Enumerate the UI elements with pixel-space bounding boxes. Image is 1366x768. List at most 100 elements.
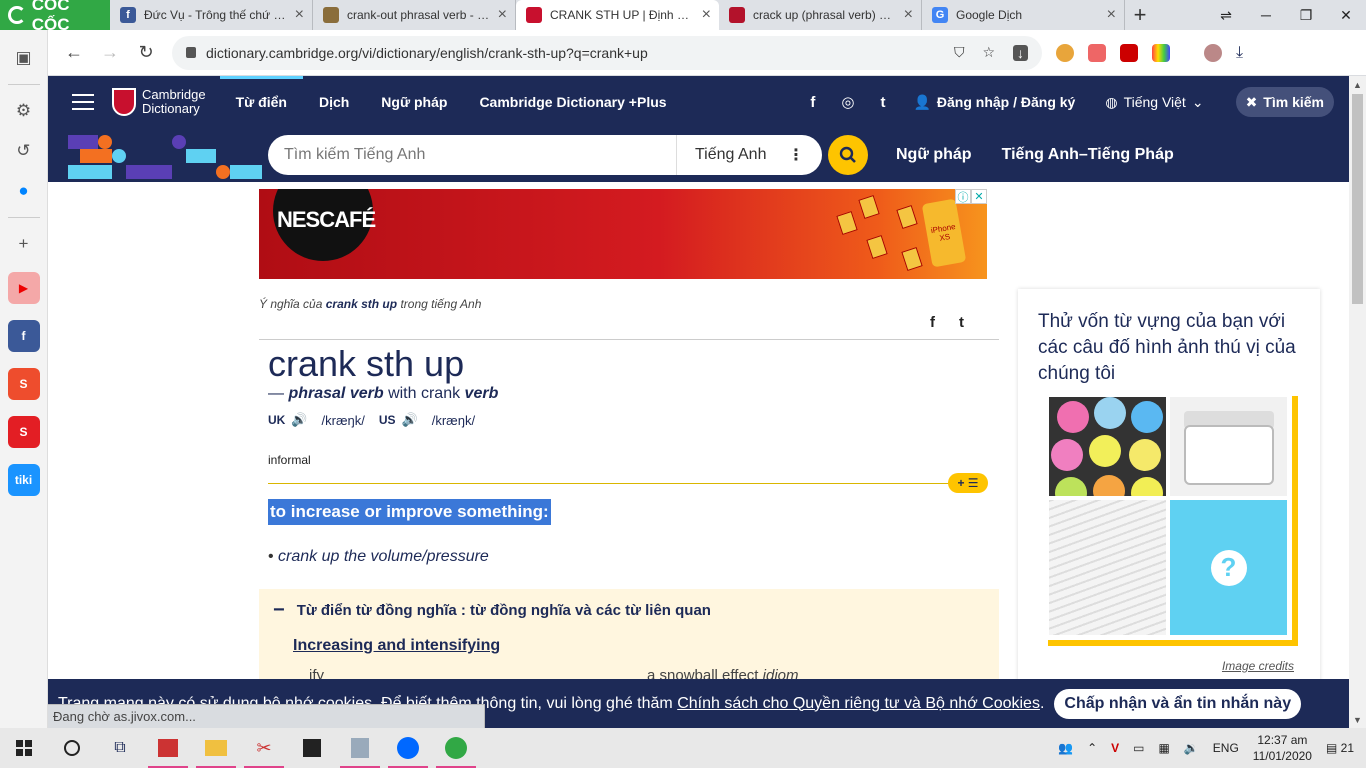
add-app-icon[interactable]: + bbox=[8, 228, 40, 260]
tab-facebook[interactable]: f Đức Vụ - Trông thế chứ có l × bbox=[110, 0, 313, 30]
tab-list-icon[interactable]: ⇌ bbox=[1206, 0, 1246, 30]
battery-icon[interactable]: ▭ bbox=[1133, 741, 1144, 755]
scroll-up-arrow-icon[interactable]: ▲ bbox=[1349, 76, 1366, 93]
profile-avatar-icon[interactable] bbox=[1204, 43, 1222, 62]
history-icon[interactable]: ↺ bbox=[8, 135, 40, 167]
url-text[interactable]: dictionary.cambridge.org/vi/dictionary/e… bbox=[206, 45, 648, 61]
scroll-down-arrow-icon[interactable]: ▼ bbox=[1349, 711, 1366, 728]
nav-grammar[interactable]: Ngữ pháp bbox=[365, 76, 463, 128]
coccoc-taskbar-icon[interactable] bbox=[432, 728, 480, 768]
people-icon[interactable]: 👥 bbox=[1058, 741, 1073, 755]
network-icon[interactable]: ▦ bbox=[1158, 741, 1169, 755]
login-link[interactable]: 👤 Đăng nhập / Đăng ký bbox=[913, 94, 1075, 111]
nav-dictionary[interactable]: Từ điển bbox=[219, 76, 303, 128]
page-scrollbar[interactable]: ▲ ▼ bbox=[1349, 76, 1366, 728]
thesaurus-category-link[interactable]: Increasing and intensifying bbox=[293, 637, 500, 655]
uk-audio-speaker-icon[interactable]: 🔊 bbox=[291, 412, 307, 428]
share-twitter-icon[interactable]: t bbox=[959, 314, 964, 331]
quiz-title[interactable]: Thử vốn từ vựng của bạn với các câu đố h… bbox=[1038, 309, 1308, 387]
close-window-button[interactable]: ✕ bbox=[1326, 0, 1366, 30]
accept-cookies-button[interactable]: Chấp nhận và ẩn tin nhắn này bbox=[1054, 688, 1302, 719]
image-credits-link[interactable]: Image credits bbox=[1222, 659, 1294, 673]
close-tab-icon[interactable]: × bbox=[904, 6, 913, 24]
url-bar[interactable]: dictionary.cambridge.org/vi/dictionary/e… bbox=[172, 35, 1042, 70]
forward-button[interactable]: → bbox=[92, 35, 128, 71]
grammar-link[interactable]: Ngữ pháp bbox=[896, 146, 972, 164]
antivirus-icon[interactable]: V bbox=[1111, 741, 1119, 755]
mystery-image[interactable]: ? bbox=[1170, 500, 1287, 635]
sidebar-toggle-icon[interactable]: ▣ bbox=[8, 42, 40, 74]
task-view-icon[interactable]: ⧉ bbox=[96, 728, 144, 768]
shield-icon[interactable]: ⛉ bbox=[954, 44, 965, 61]
english-french-link[interactable]: Tiếng Anh–Tiếng Pháp bbox=[1002, 146, 1174, 164]
paint-palette-image[interactable] bbox=[1049, 397, 1166, 496]
close-tab-icon[interactable]: × bbox=[1107, 6, 1116, 24]
tiki-app-icon[interactable]: tiki bbox=[7, 464, 40, 496]
ad-close-icon[interactable]: ✕ bbox=[971, 189, 987, 204]
messenger-icon[interactable]: ● bbox=[8, 175, 40, 207]
tray-chevron-up-icon[interactable]: ⌃ bbox=[1087, 741, 1097, 755]
nav-plus[interactable]: Cambridge Dictionary +Plus bbox=[463, 76, 682, 128]
file-explorer-icon[interactable] bbox=[192, 728, 240, 768]
add-to-wordlist-button[interactable]: + ☰ bbox=[948, 473, 988, 493]
downloads-icon[interactable]: ⤓ bbox=[1236, 44, 1243, 62]
volume-icon[interactable]: 🔉 bbox=[1184, 741, 1199, 755]
facebook-icon[interactable]: f bbox=[810, 94, 815, 111]
tab-crank-out[interactable]: crank-out phrasal verb - De × bbox=[313, 0, 516, 30]
nav-translate[interactable]: Dịch bbox=[303, 76, 365, 128]
nescafe-ad-banner[interactable]: NESCAFÉ iPhone XS ⓘ ✕ bbox=[259, 189, 987, 279]
tab-crack-up[interactable]: crack up (phrasal verb) defi × bbox=[719, 0, 922, 30]
thesaurus-header[interactable]: − Từ điển từ đồng nghĩa : từ đồng nghĩa … bbox=[273, 599, 711, 622]
quiz-image-grid[interactable]: ? bbox=[1044, 392, 1292, 640]
app-icon[interactable] bbox=[336, 728, 384, 768]
cambridge-logo[interactable]: Cambridge Dictionary bbox=[112, 88, 206, 116]
sketchbook-image[interactable] bbox=[1049, 500, 1166, 635]
privacy-policy-link[interactable]: Chính sách cho Quyền riêng tư và Bộ nhớ … bbox=[677, 695, 1040, 712]
sendo-app-icon[interactable]: S bbox=[7, 416, 40, 448]
notification-center-icon[interactable]: ▤ 21 bbox=[1326, 741, 1354, 755]
search-language-select[interactable]: Tiếng Anh ⋮ bbox=[676, 135, 822, 175]
adblock-extension-icon[interactable] bbox=[1088, 43, 1106, 62]
search-circle-icon[interactable] bbox=[48, 728, 96, 768]
reload-button[interactable]: ↻ bbox=[128, 35, 164, 71]
input-language[interactable]: ENG bbox=[1213, 741, 1239, 755]
twitter-icon[interactable]: t bbox=[880, 94, 885, 111]
ad-info-icon[interactable]: ⓘ bbox=[955, 189, 971, 204]
tab-crank-sth-up[interactable]: CRANK STH UP | Định nghĩa × bbox=[516, 0, 719, 30]
coccoc-menu-button[interactable]: CỐC CỐC bbox=[0, 0, 110, 34]
close-tab-icon[interactable]: × bbox=[498, 6, 507, 24]
minimize-button[interactable]: ─ bbox=[1246, 0, 1286, 30]
close-tab-icon[interactable]: × bbox=[702, 6, 711, 24]
search-submit-button[interactable] bbox=[828, 135, 868, 175]
scroll-thumb[interactable] bbox=[1352, 94, 1363, 304]
restore-button[interactable]: ❐ bbox=[1286, 0, 1326, 30]
language-selector[interactable]: ◍ Tiếng Việt ⌄ bbox=[1105, 94, 1203, 111]
us-audio-speaker-icon[interactable]: 🔊 bbox=[402, 412, 418, 428]
shopee-app-icon[interactable]: S bbox=[7, 368, 40, 400]
windows-start-icon[interactable] bbox=[0, 728, 48, 768]
zalo-icon[interactable] bbox=[384, 728, 432, 768]
facebook-app-icon[interactable]: f bbox=[7, 320, 40, 352]
tab-google-translate[interactable]: G Google Dịch × bbox=[922, 0, 1125, 30]
clock[interactable]: 12:37 am 11/01/2020 bbox=[1253, 732, 1312, 764]
taskbar-app-icon[interactable] bbox=[144, 728, 192, 768]
bookmark-star-icon[interactable]: ☆ bbox=[982, 44, 995, 61]
red-extension-icon[interactable] bbox=[1120, 43, 1138, 62]
menu-hamburger-icon[interactable] bbox=[72, 94, 94, 110]
sewing-machine-image[interactable] bbox=[1170, 397, 1287, 496]
new-tab-button[interactable]: + bbox=[1125, 0, 1155, 30]
header-search-button[interactable]: ✖ Tìm kiếm bbox=[1235, 87, 1334, 117]
instagram-icon[interactable]: ◎ bbox=[841, 93, 854, 111]
colorful-extension-icon[interactable] bbox=[1152, 43, 1170, 62]
youtube-app-icon[interactable]: ▶ bbox=[7, 272, 40, 304]
chrome-extension-icon[interactable] bbox=[1056, 43, 1074, 62]
back-button[interactable]: ← bbox=[56, 35, 92, 71]
share-facebook-icon[interactable]: f bbox=[930, 314, 935, 331]
pronunciation: UK 🔊 /kræŋk/ US 🔊 /kræŋk/ bbox=[268, 412, 483, 428]
snipping-tool-icon[interactable]: ✂ bbox=[240, 728, 288, 768]
settings-gear-icon[interactable]: ⚙ bbox=[8, 95, 40, 127]
download-icon[interactable]: ↓ bbox=[1013, 44, 1028, 61]
sticky-notes-icon[interactable] bbox=[288, 728, 336, 768]
close-tab-icon[interactable]: × bbox=[295, 6, 304, 24]
search-input[interactable]: Tìm kiếm Tiếng Anh bbox=[268, 146, 676, 164]
